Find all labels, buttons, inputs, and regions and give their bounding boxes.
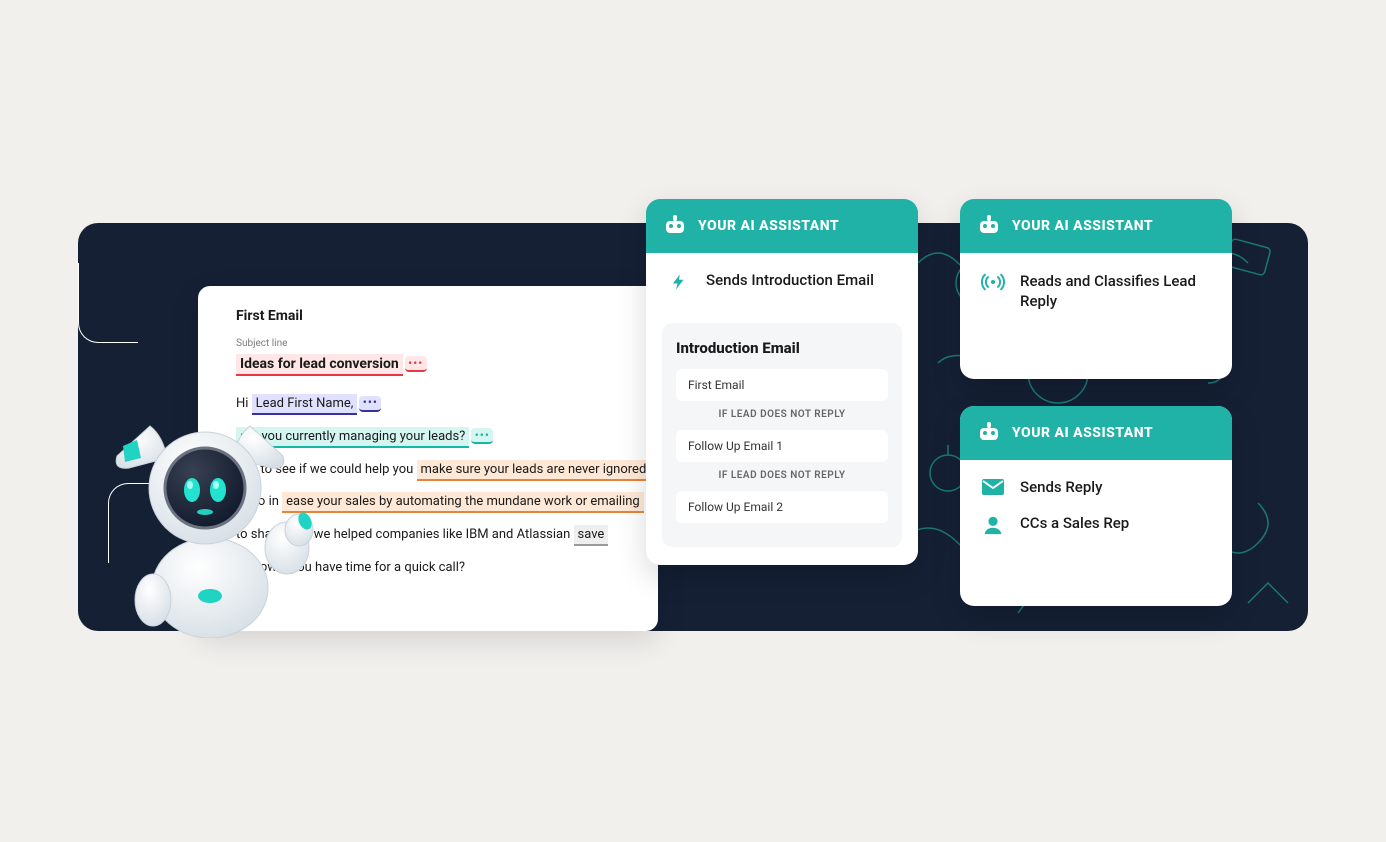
action-row-classify: Reads and Classifies Lead Reply [980, 271, 1212, 312]
subject-row[interactable]: Ideas for lead conversion••• [236, 353, 632, 376]
ai-assistant-card-reply: YOUR AI ASSISTANT Sends Reply CCs a Sale… [960, 406, 1232, 606]
ai-card-header: YOUR AI ASSISTANT [960, 406, 1232, 460]
robot-icon [978, 422, 1000, 444]
more-icon[interactable]: ••• [405, 356, 427, 372]
action-label: CCs a Sales Rep [1020, 514, 1129, 532]
mail-icon [980, 478, 1006, 496]
email-sequence-box: Introduction Email First Email IF LEAD D… [662, 323, 902, 547]
action-row-cc: CCs a Sales Rep [980, 514, 1212, 536]
action-row-send-intro: Sends Introduction Email [666, 271, 898, 293]
action-row-reply: Sends Reply [980, 478, 1212, 496]
text: Hi [236, 396, 248, 411]
subject-label: Subject line [236, 338, 632, 349]
ai-assistant-card-send: YOUR AI ASSISTANT Sends Introduction Ema… [646, 199, 918, 565]
robot-icon [664, 215, 686, 237]
highlight-orange[interactable]: make sure your leads are never ignored [417, 460, 651, 481]
action-label: Sends Introduction Email [706, 271, 874, 289]
subject-text[interactable]: Ideas for lead conversion [236, 354, 403, 376]
hero-canvas: First Email Subject line Ideas for lead … [0, 0, 1386, 842]
sequence-condition: IF LEAD DOES NOT REPLY [676, 470, 888, 481]
more-icon[interactable]: ••• [471, 428, 493, 444]
ai-header-label: YOUR AI ASSISTANT [1012, 425, 1153, 441]
email-card-title: First Email [236, 308, 632, 324]
ai-card-header: YOUR AI ASSISTANT [960, 199, 1232, 253]
ai-header-label: YOUR AI ASSISTANT [1012, 218, 1153, 234]
sequence-step-followup1[interactable]: Follow Up Email 1 [676, 430, 888, 462]
robot-icon [978, 215, 1000, 237]
sequence-condition: IF LEAD DOES NOT REPLY [676, 409, 888, 420]
bolt-icon [666, 271, 692, 293]
action-label: Reads and Classifies Lead Reply [1020, 271, 1212, 312]
broadcast-icon [980, 271, 1006, 293]
sequence-title: Introduction Email [676, 339, 888, 357]
highlight-orange[interactable]: ease your sales by automating the mundan… [282, 492, 644, 513]
ai-card-header: YOUR AI ASSISTANT [646, 199, 918, 253]
robot-mascot-icon [95, 418, 325, 638]
sequence-step-followup2[interactable]: Follow Up Email 2 [676, 491, 888, 523]
user-icon [980, 514, 1006, 536]
highlight-grey[interactable]: save [574, 525, 609, 546]
merge-token-name[interactable]: Lead First Name, [252, 394, 358, 415]
more-icon[interactable]: ••• [359, 396, 381, 412]
sequence-step-first[interactable]: First Email [676, 369, 888, 401]
ai-assistant-card-classify: YOUR AI ASSISTANT Reads and Classifies L… [960, 199, 1232, 379]
ai-header-label: YOUR AI ASSISTANT [698, 218, 839, 234]
body-line-greeting[interactable]: Hi Lead First Name,••• [236, 394, 632, 415]
action-label: Sends Reply [1020, 478, 1102, 496]
